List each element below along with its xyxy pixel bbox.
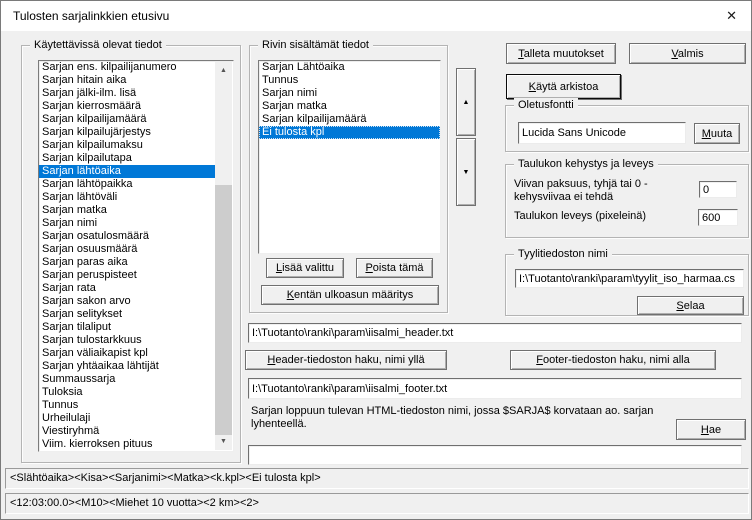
line-width-input[interactable] bbox=[699, 181, 737, 198]
list-item[interactable]: Viim. kierroksen pituus bbox=[39, 438, 216, 451]
up-arrow-icon: ▲ bbox=[463, 99, 470, 106]
status-fields-bar: <Slähtöaika><Kisa><Sarjanimi><Matka><k.k… bbox=[5, 468, 749, 489]
style-file-group: Tyylitiedoston nimi Selaa bbox=[505, 254, 749, 316]
default-font-input[interactable] bbox=[518, 122, 686, 144]
list-item[interactable]: Sarjan kierrosmäärä bbox=[39, 100, 216, 113]
row-data-group: Rivin sisältämät tiedot Sarjan Lähtöaika… bbox=[249, 45, 448, 313]
row-data-group-title: Rivin sisältämät tiedot bbox=[258, 38, 373, 52]
browse-button[interactable]: Selaa bbox=[637, 296, 744, 315]
list-item[interactable]: Sarjan jälki-ilm. lisä bbox=[39, 87, 216, 100]
list-item[interactable]: Sarjan kilpailijamäärä bbox=[39, 113, 216, 126]
list-item[interactable]: Sarjan sakon arvo bbox=[39, 295, 216, 308]
list-item[interactable]: Sarjan tilaliput bbox=[39, 321, 216, 334]
scrollbar-thumb[interactable] bbox=[215, 185, 232, 435]
table-width-input[interactable] bbox=[698, 209, 738, 226]
list-item[interactable]: Urheilulaji bbox=[39, 412, 216, 425]
list-item[interactable]: Tunnus bbox=[39, 399, 216, 412]
list-item[interactable]: Sarjan väliaikapist kpl bbox=[39, 347, 216, 360]
list-item[interactable]: Sarjan selitykset bbox=[39, 308, 216, 321]
move-down-button[interactable]: ▼ bbox=[456, 138, 476, 206]
list-item[interactable]: Sarjan osatulosmäärä bbox=[39, 230, 216, 243]
done-button[interactable]: Valmis bbox=[629, 43, 746, 64]
list-item[interactable]: Sarjan matka bbox=[39, 204, 216, 217]
list-item[interactable]: Viestiryhmä bbox=[39, 425, 216, 438]
list-item[interactable]: Sarjan rata bbox=[39, 282, 216, 295]
scroll-down-icon[interactable]: ▼ bbox=[215, 433, 232, 450]
line-width-label-2: kehysviivaa ei tehdä bbox=[514, 191, 613, 204]
list-item[interactable]: Sarjan paras aika bbox=[39, 256, 216, 269]
list-item[interactable]: Sarjan kilpailujärjestys bbox=[39, 126, 216, 139]
list-item[interactable]: Sarjan yhtäaikaa lähtijät bbox=[39, 360, 216, 373]
table-frame-group: Taulukon kehystys ja leveys Viivan paksu… bbox=[505, 164, 749, 238]
style-file-group-title: Tyylitiedoston nimi bbox=[514, 247, 612, 261]
list-item[interactable]: Sarjan hitain aika bbox=[39, 74, 216, 87]
footer-file-input[interactable] bbox=[248, 378, 742, 399]
list-item[interactable]: Sarjan tulostarkkuus bbox=[39, 334, 216, 347]
fetch-button[interactable]: Hae bbox=[676, 419, 746, 440]
list-item[interactable]: Sarjan lähtöväli bbox=[39, 191, 216, 204]
list-item[interactable]: Sarjan Lähtöaika bbox=[259, 61, 440, 74]
scrollbar[interactable]: ▲ ▼ bbox=[215, 62, 232, 450]
scroll-up-icon[interactable]: ▲ bbox=[215, 62, 232, 79]
header-file-button[interactable]: Header-tiedoston haku, nimi yllä bbox=[245, 350, 447, 370]
list-item[interactable]: Summaussarja bbox=[39, 373, 216, 386]
close-icon[interactable]: ✕ bbox=[726, 8, 737, 24]
list-item[interactable]: Sarjan nimi bbox=[39, 217, 216, 230]
available-data-list[interactable]: ▲ ▼ Sarjan ens. kilpailijanumeroSarjan h… bbox=[38, 60, 234, 452]
change-font-button[interactable]: Muuta bbox=[694, 123, 740, 144]
list-item[interactable]: Tuloksia bbox=[39, 386, 216, 399]
save-changes-button[interactable]: Talleta muutokset bbox=[506, 43, 616, 64]
available-data-group-title: Käytettävissä olevat tiedot bbox=[30, 38, 166, 52]
list-item[interactable]: Sarjan kilpailumaksu bbox=[39, 139, 216, 152]
style-file-input[interactable] bbox=[515, 269, 744, 288]
default-font-group-title: Oletusfontti bbox=[514, 98, 578, 112]
list-item[interactable]: Sarjan ens. kilpailijanumero bbox=[39, 61, 216, 74]
list-item[interactable]: Tunnus bbox=[259, 74, 440, 87]
html-file-hint: Sarjan loppuun tulevan HTML-tiedoston ni… bbox=[251, 405, 671, 431]
header-file-input[interactable] bbox=[248, 323, 742, 343]
list-item[interactable]: Sarjan lähtöpaikka bbox=[39, 178, 216, 191]
list-item[interactable]: Sarjan nimi bbox=[259, 87, 440, 100]
list-item[interactable]: Sarjan lähtöaika bbox=[39, 165, 216, 178]
table-width-label: Taulukon leveys (pixeleinä) bbox=[514, 210, 646, 223]
title-bar: Tulosten sarjalinkkien etusivu ✕ bbox=[1, 1, 751, 31]
list-item[interactable]: Ei tulosta kpl bbox=[259, 126, 440, 139]
add-selected-button[interactable]: Lisää valittu bbox=[266, 258, 344, 278]
field-layout-button[interactable]: Kentän ulkoasun määritys bbox=[261, 285, 439, 305]
use-archive-button[interactable]: Käytä arkistoa bbox=[506, 74, 621, 99]
footer-file-button[interactable]: Footer-tiedoston haku, nimi alla bbox=[510, 350, 716, 370]
remove-this-button[interactable]: Poista tämä bbox=[356, 258, 433, 278]
html-file-input[interactable] bbox=[248, 445, 742, 465]
available-data-group: Käytettävissä olevat tiedot ▲ ▼ Sarjan e… bbox=[21, 45, 241, 463]
list-item[interactable]: Sarjan kilpailijamäärä bbox=[259, 113, 440, 126]
down-arrow-icon: ▼ bbox=[463, 169, 470, 176]
list-item[interactable]: Sarjan peruspisteet bbox=[39, 269, 216, 282]
line-width-label-1: Viivan paksuus, tyhjä tai 0 - bbox=[514, 178, 648, 191]
row-data-list[interactable]: Sarjan LähtöaikaTunnusSarjan nimiSarjan … bbox=[258, 60, 441, 254]
default-font-group: Oletusfontti Muuta bbox=[505, 105, 749, 152]
table-frame-group-title: Taulukon kehystys ja leveys bbox=[514, 157, 658, 171]
list-item[interactable]: Sarjan kilpailutapa bbox=[39, 152, 216, 165]
dialog-window: Tulosten sarjalinkkien etusivu ✕ Käytett… bbox=[0, 0, 752, 520]
list-item[interactable]: Sarjan matka bbox=[259, 100, 440, 113]
status-values-bar: <12:03:00.0><M10><Miehet 10 vuotta><2 km… bbox=[5, 493, 749, 514]
move-up-button[interactable]: ▲ bbox=[456, 68, 476, 136]
window-title: Tulosten sarjalinkkien etusivu bbox=[13, 9, 169, 23]
list-item[interactable]: Sarjan osuusmäärä bbox=[39, 243, 216, 256]
